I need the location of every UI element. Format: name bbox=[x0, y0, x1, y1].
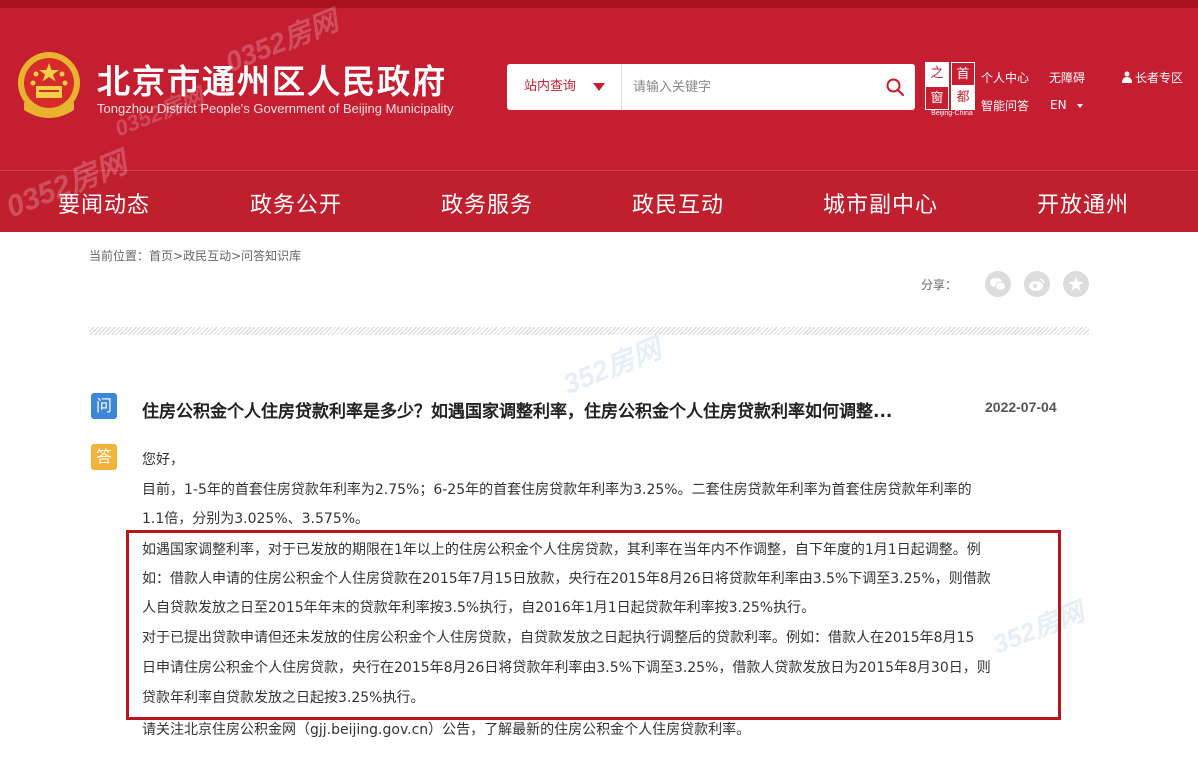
nav-item-gov-affairs[interactable]: 政务公开 bbox=[250, 187, 342, 219]
breadcrumb: 当前位置：首页>政民互动>问答知识库 bbox=[89, 247, 301, 264]
breadcrumb-knowledge-base[interactable]: 问答知识库 bbox=[241, 249, 301, 263]
answer-line: 目前，1-5年的首套住房贷款年利率为2.75%；6-25年的首套住房贷款年利率为… bbox=[142, 482, 972, 498]
answer-line: 贷款年利率自贷款发放之日起按3.25%执行。 bbox=[142, 690, 425, 706]
share-label: 分享： bbox=[921, 278, 958, 292]
answer-greeting: 您好， bbox=[142, 452, 184, 468]
site-title[interactable]: 北京市通州区人民政府 bbox=[97, 55, 447, 103]
logo-char: 之 bbox=[925, 62, 949, 86]
search-box: 站内查询 bbox=[507, 64, 915, 110]
breadcrumb-separator: > bbox=[231, 249, 242, 263]
nav-item-gov-services[interactable]: 政务服务 bbox=[441, 187, 533, 219]
elder-zone-link[interactable]: 长者专区 bbox=[1121, 69, 1183, 86]
breadcrumb-home[interactable]: 首页 bbox=[149, 249, 173, 263]
answer-line: 如：借款人申请的住房公积金个人住房贷款在2015年7月15日放款，央行在2015… bbox=[142, 571, 991, 587]
watermark: 352房网 bbox=[558, 332, 666, 401]
nav-item-open-tongzhou[interactable]: 开放通州 bbox=[1037, 187, 1129, 219]
main-nav: 要闻动态 政务公开 政务服务 政民互动 城市副中心 开放通州 bbox=[0, 170, 1198, 232]
nav-item-interaction[interactable]: 政民互动 bbox=[632, 187, 724, 219]
breadcrumb-interaction[interactable]: 政民互动 bbox=[183, 249, 231, 263]
language-label: EN bbox=[1050, 98, 1067, 112]
breadcrumb-separator: > bbox=[173, 249, 184, 263]
weibo-icon[interactable] bbox=[1024, 271, 1050, 297]
nav-item-sub-center[interactable]: 城市副中心 bbox=[823, 187, 938, 219]
logo-tag: Beijing-China bbox=[931, 110, 973, 117]
answer-line: 日申请住房公积金个人住房贷款，央行在2015年8月26日将贷款年利率由3.5%下… bbox=[142, 660, 991, 676]
question-title: 住房公积金个人住房贷款利率是多少？如遇国家调整利率，住房公积金个人住房贷款利率如… bbox=[142, 402, 893, 422]
search-input[interactable] bbox=[623, 72, 873, 102]
capital-window-logo[interactable]: 之 首 窗 都 Beijing-China bbox=[925, 60, 979, 120]
answer-line: 如遇国家调整利率，对于已发放的期限在1年以上的住房公积金个人住房贷款，其利率在当… bbox=[142, 542, 981, 558]
person-icon bbox=[1122, 71, 1132, 83]
accessibility-link[interactable]: 无障碍 bbox=[1049, 69, 1085, 86]
favorite-icon[interactable] bbox=[1063, 271, 1089, 297]
smart-qa-link[interactable]: 智能问答 bbox=[981, 97, 1029, 114]
search-icon[interactable] bbox=[885, 77, 905, 97]
nav-item-news[interactable]: 要闻动态 bbox=[58, 187, 150, 219]
answer-footer: 请关注北京住房公积金网（gjj.beijing.gov.cn）公告，了解最新的住… bbox=[142, 722, 751, 738]
national-emblem-icon bbox=[18, 52, 80, 118]
question-badge: 问 bbox=[91, 393, 117, 419]
search-scope-select[interactable]: 站内查询 bbox=[507, 64, 622, 110]
logo-char: 都 bbox=[951, 86, 975, 110]
search-scope-label: 站内查询 bbox=[524, 79, 577, 94]
site-header: 北京市通州区人民政府 Tongzhou District People's Go… bbox=[0, 0, 1198, 232]
elder-zone-label: 长者专区 bbox=[1135, 71, 1184, 85]
language-switch[interactable]: EN bbox=[1050, 98, 1083, 112]
site-subtitle: Tongzhou District People's Government of… bbox=[97, 101, 454, 116]
answer-line: 对于已提出贷款申请但还未发放的住房公积金个人住房贷款，自贷款发放之日起执行调整后… bbox=[142, 630, 975, 646]
answer-line: 人自贷款发放之日至2015年年末的贷款年利率按3.5%执行，自2016年1月1日… bbox=[142, 600, 816, 616]
wechat-icon[interactable] bbox=[985, 271, 1011, 297]
logo-char: 窗 bbox=[925, 86, 949, 110]
breadcrumb-prefix: 当前位置： bbox=[89, 249, 150, 263]
logo-char: 首 bbox=[951, 62, 975, 86]
chevron-down-icon bbox=[593, 83, 605, 91]
chevron-down-icon bbox=[1076, 103, 1083, 108]
personal-center-link[interactable]: 个人中心 bbox=[981, 69, 1029, 86]
divider bbox=[89, 327, 1089, 335]
answer-badge: 答 bbox=[91, 444, 117, 470]
question-date: 2022-07-04 bbox=[985, 399, 1057, 415]
